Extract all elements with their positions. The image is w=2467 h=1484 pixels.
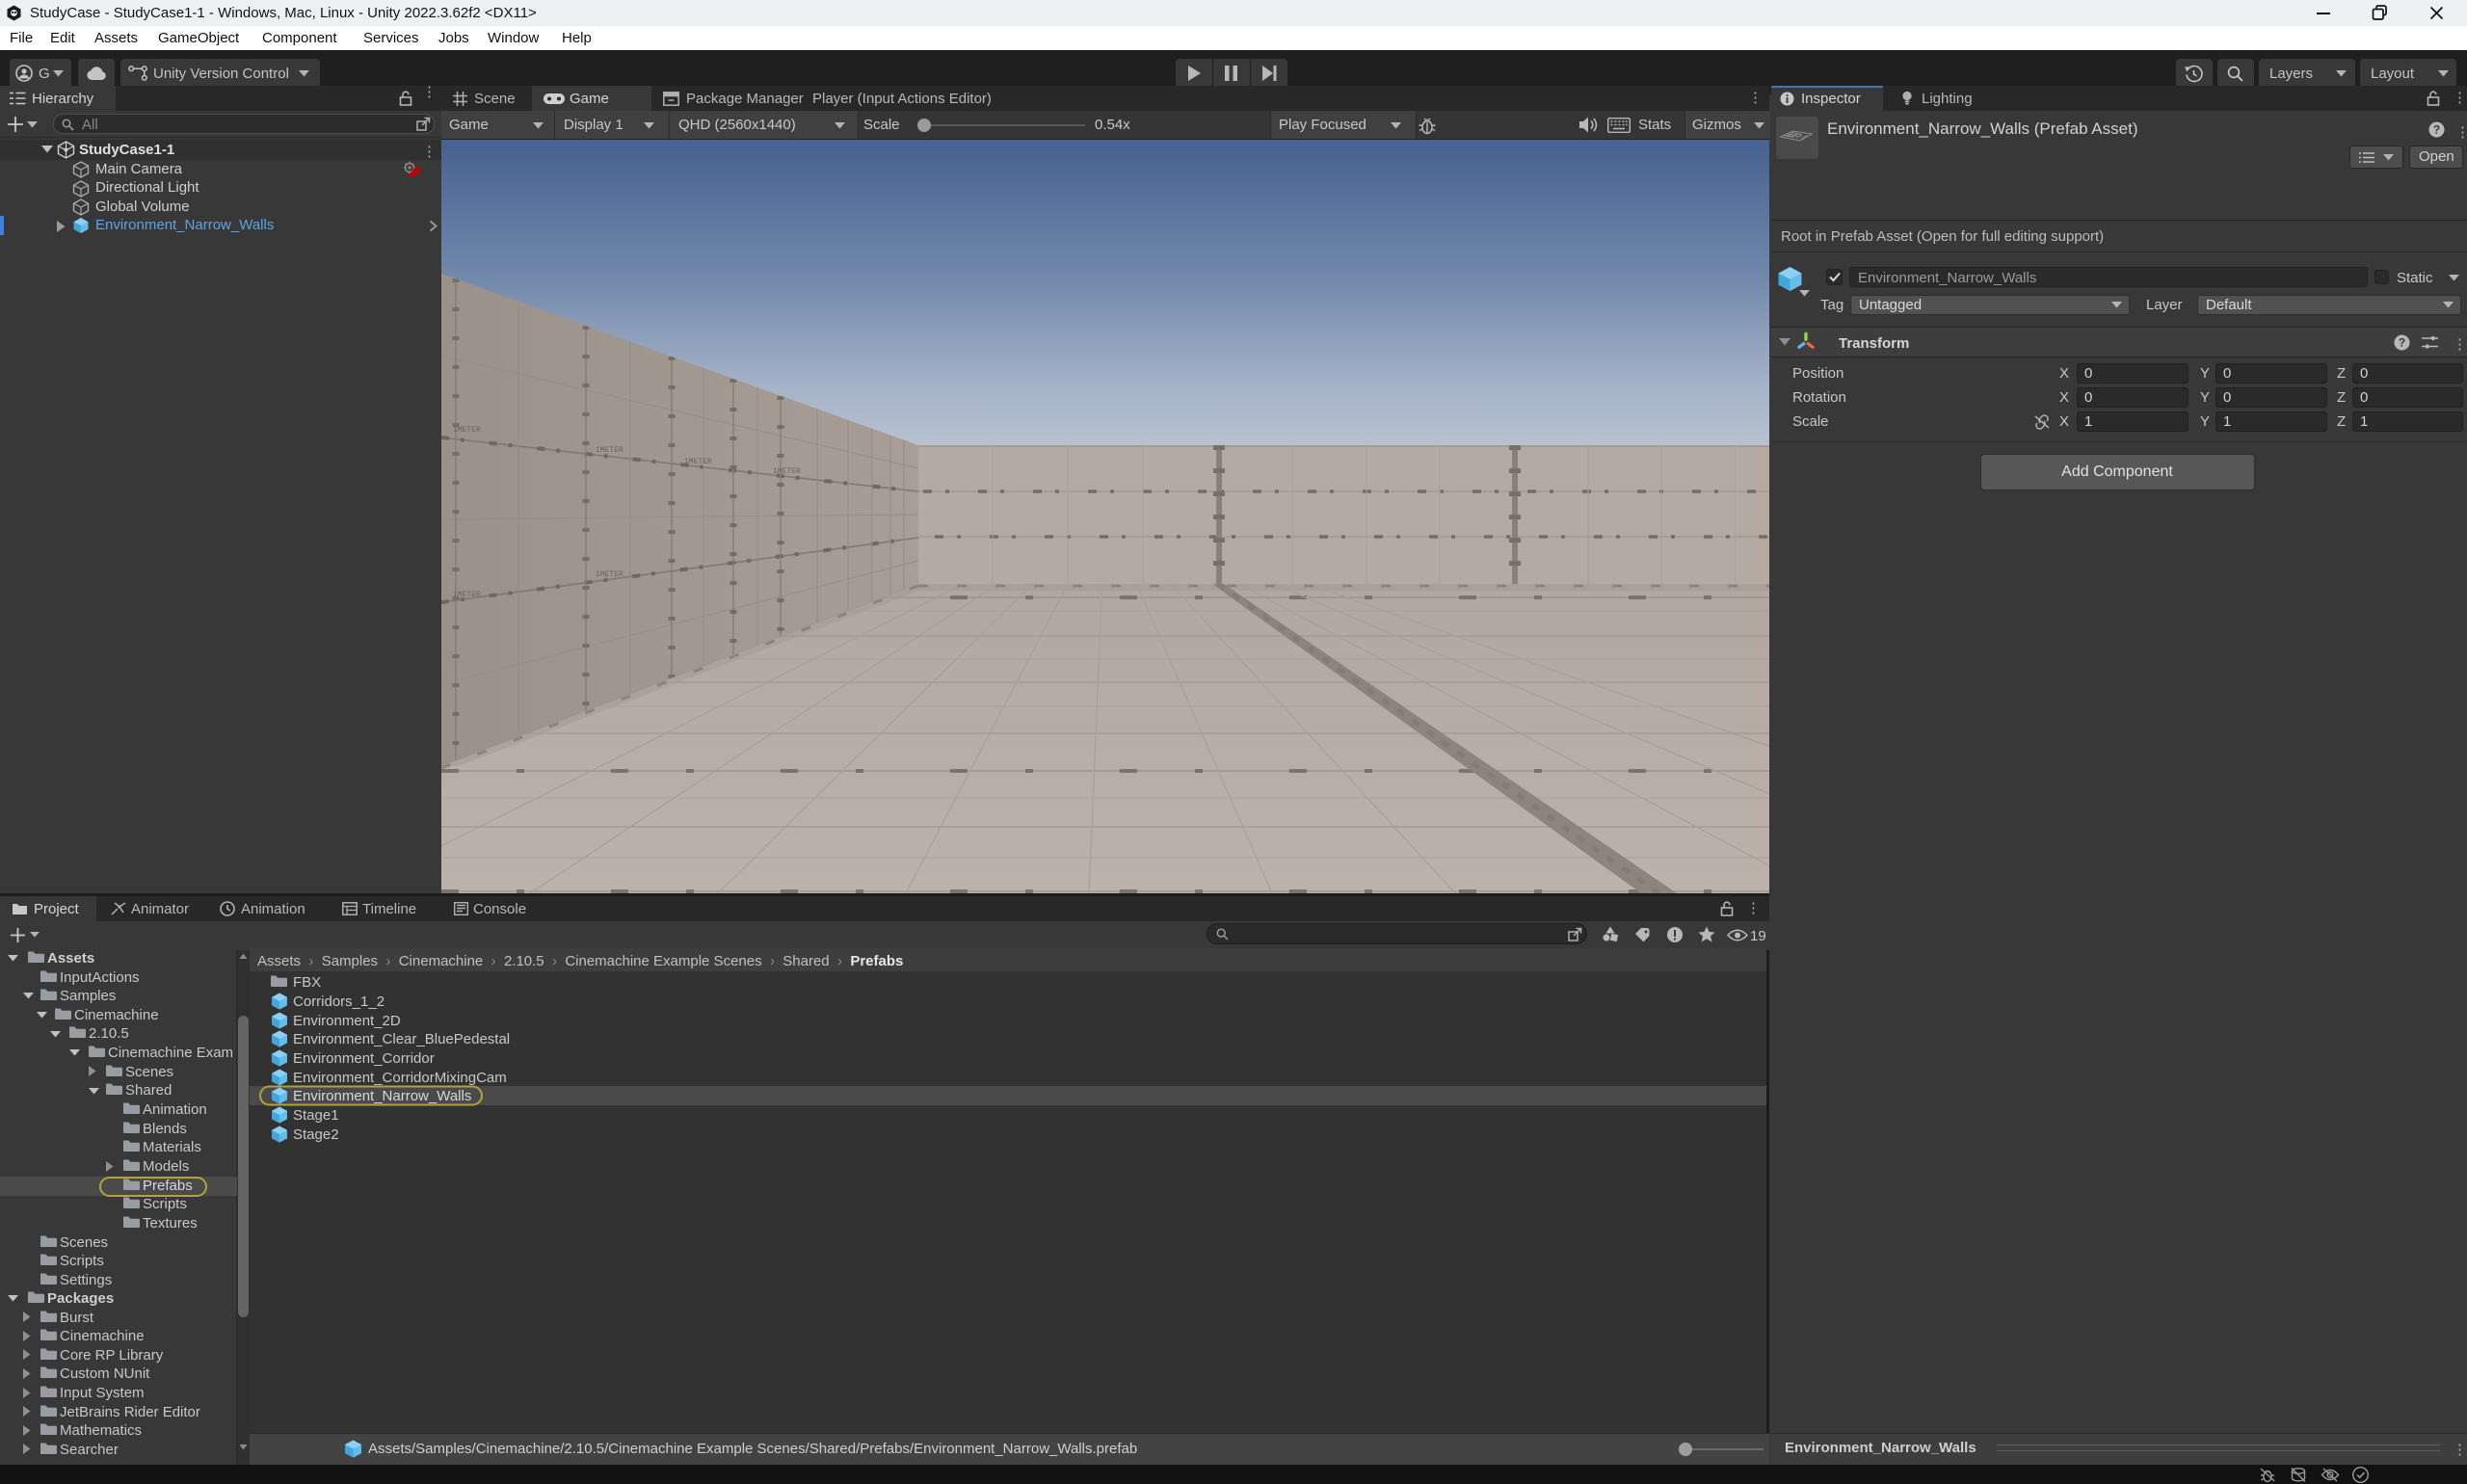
svg-text:1METER: 1METER: [773, 467, 801, 476]
svg-text:FBX: FBX: [293, 974, 321, 991]
svg-text:Cinemachine: Cinemachine: [60, 1328, 145, 1344]
svg-text:Input System: Input System: [60, 1385, 145, 1401]
svg-text:1METER: 1METER: [684, 458, 712, 466]
svg-text:?: ?: [2399, 336, 2405, 350]
svg-text:Settings: Settings: [60, 1272, 112, 1288]
svg-text:Environment_2D: Environment_2D: [293, 1013, 401, 1029]
svg-text:Packages: Packages: [47, 1290, 114, 1307]
svg-text:Mathematics: Mathematics: [60, 1422, 142, 1439]
svg-text:Blends: Blends: [143, 1121, 187, 1137]
svg-text:1METER: 1METER: [596, 446, 623, 455]
svg-text:Models: Models: [143, 1158, 189, 1175]
svg-text:Animation: Animation: [143, 1101, 207, 1118]
svg-text:Prefabs: Prefabs: [143, 1178, 193, 1194]
svg-text:Assets: Assets: [47, 950, 94, 967]
svg-text:Environment_Clear_BluePedestal: Environment_Clear_BluePedestal: [293, 1031, 510, 1047]
svg-text:Cinemachine Exam: Cinemachine Exam: [108, 1045, 233, 1061]
svg-text:Cinemachine: Cinemachine: [74, 1007, 159, 1023]
svg-text:Stage2: Stage2: [293, 1126, 339, 1143]
svg-text:Searcher: Searcher: [60, 1442, 119, 1458]
svg-text:2.10.5: 2.10.5: [89, 1025, 129, 1042]
svg-text:Environment_Narrow_Walls: Environment_Narrow_Walls: [293, 1088, 471, 1104]
svg-text:Shared: Shared: [125, 1082, 172, 1099]
svg-text:Corridors_1_2: Corridors_1_2: [293, 994, 385, 1010]
svg-text:Core RP Library: Core RP Library: [60, 1347, 164, 1364]
svg-text:Samples: Samples: [60, 988, 116, 1004]
svg-text:JetBrains Rider Editor: JetBrains Rider Editor: [60, 1404, 200, 1420]
svg-text:Materials: Materials: [143, 1139, 201, 1155]
svg-text:Scenes: Scenes: [60, 1234, 108, 1251]
svg-text:Scenes: Scenes: [125, 1064, 173, 1080]
svg-text:Scripts: Scripts: [143, 1196, 187, 1212]
svg-text:Burst: Burst: [60, 1310, 94, 1326]
svg-text:1METER: 1METER: [453, 426, 481, 435]
svg-text:1METER: 1METER: [596, 570, 623, 579]
svg-text:Environment_Corridor: Environment_Corridor: [293, 1050, 435, 1067]
svg-text:Textures: Textures: [143, 1215, 198, 1232]
svg-text:Custom NUnit: Custom NUnit: [60, 1365, 150, 1382]
svg-text:Stage1: Stage1: [293, 1107, 339, 1124]
svg-text:?: ?: [2433, 123, 2440, 137]
svg-text:InputActions: InputActions: [60, 969, 140, 986]
svg-text:Scripts: Scripts: [60, 1253, 104, 1269]
svg-text:1METER: 1METER: [453, 591, 481, 599]
svg-text:Environment_CorridorMixingCam: Environment_CorridorMixingCam: [293, 1070, 507, 1086]
